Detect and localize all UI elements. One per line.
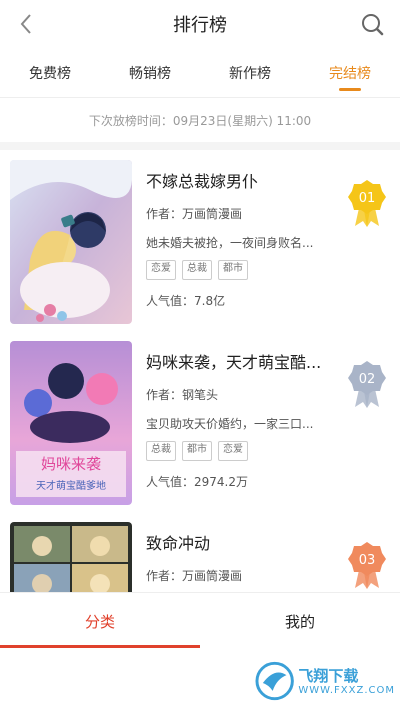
nav-mine[interactable]: 我的: [200, 593, 400, 650]
cover-title-text: 妈咪来袭: [41, 455, 101, 473]
comic-title[interactable]: 致命冲动: [146, 532, 336, 556]
genre-tag: 都市: [218, 260, 248, 280]
popularity: 人气值：2974.2万: [146, 475, 248, 489]
ranking-list[interactable]: 不嫁总裁嫁男仆 作者：万画筒漫画 她未婚夫被抢，一夜间身败名... 恋爱 总裁 …: [0, 150, 400, 592]
genre-tag: 恋爱: [146, 260, 176, 280]
list-item[interactable]: 妈咪来袭 天才萌宝酷爹地 妈咪来袭，天才萌宝酷... 作者：钢笔头 宝贝助攻天价…: [0, 331, 400, 511]
watermark-text: 飞翔下载: [298, 666, 359, 685]
genre-tag: 总裁: [182, 260, 212, 280]
watermark-logo-icon: [255, 661, 294, 701]
bottom-nav: 分类 我的: [0, 592, 400, 650]
comic-info: 不嫁总裁嫁男仆 作者：万画筒漫画 她未婚夫被抢，一夜间身败名... 恋爱 总裁 …: [146, 170, 336, 310]
comic-author: 作者：万画筒漫画: [146, 207, 243, 221]
comic-info: 致命冲动 作者：万画筒漫画: [146, 532, 336, 586]
nav-category[interactable]: 分类: [0, 593, 200, 650]
genre-tag: 总裁: [146, 441, 176, 461]
nav-label: 分类: [84, 613, 115, 631]
divider: [0, 142, 400, 150]
cover-illustration: 妈咪来袭 天才萌宝酷爹地: [10, 341, 132, 505]
comic-cover[interactable]: [10, 160, 132, 324]
genre-tag: 恋爱: [218, 441, 248, 461]
tag-list: 恋爱 总裁 都市: [146, 260, 336, 280]
genre-tag: 都市: [182, 441, 212, 461]
tag-list: 总裁 都市 恋爱: [146, 441, 336, 461]
header-bar: 排行榜: [0, 0, 400, 48]
comic-description: 宝贝助攻天价婚约，一家三口...: [146, 417, 314, 431]
comic-author: 作者：万画筒漫画: [146, 569, 243, 583]
tab-bestseller[interactable]: 畅销榜: [100, 48, 200, 97]
rank-medal-gold-icon: 01: [348, 180, 386, 227]
comic-description: 她未婚夫被抢，一夜间身败名...: [146, 236, 314, 250]
tab-label: 畅销榜: [129, 65, 171, 82]
chevron-left-icon: [20, 14, 31, 34]
rank-number: 02: [359, 372, 376, 387]
list-item[interactable]: 不嫁总裁嫁男仆 作者：万画筒漫画 她未婚夫被抢，一夜间身败名... 恋爱 总裁 …: [0, 150, 400, 330]
active-tab-indicator: [339, 88, 361, 91]
comic-cover[interactable]: [10, 522, 132, 592]
tab-label: 新作榜: [229, 65, 271, 82]
rank-medal-bronze-icon: 03: [348, 542, 386, 589]
comic-title[interactable]: 不嫁总裁嫁男仆: [146, 170, 336, 194]
watermark: 飞翔下载 WWW.FXXZ.COM: [255, 655, 395, 707]
list-item[interactable]: 致命冲动 作者：万画筒漫画 03: [0, 512, 400, 592]
popularity: 人气值：7.8亿: [146, 294, 226, 308]
cover-illustration: [10, 522, 132, 592]
cover-illustration: [10, 160, 132, 324]
tab-completed[interactable]: 完结榜: [300, 48, 400, 97]
tab-free[interactable]: 免费榜: [0, 48, 100, 97]
page-title: 排行榜: [173, 15, 227, 36]
tab-label: 免费榜: [29, 65, 71, 82]
tab-new[interactable]: 新作榜: [200, 48, 300, 97]
active-nav-indicator: [0, 645, 200, 648]
rank-medal-silver-icon: 02: [348, 361, 386, 408]
search-button[interactable]: [358, 10, 386, 38]
ranking-tabs: 免费榜 畅销榜 新作榜 完结榜: [0, 48, 400, 98]
cover-subtitle-text: 天才萌宝酷爹地: [36, 479, 106, 492]
nav-label: 我的: [284, 613, 315, 631]
back-button[interactable]: [12, 10, 40, 38]
release-time: 下次放榜时间：09月23日(星期六) 11:00: [0, 98, 400, 142]
watermark-url: WWW.FXXZ.COM: [298, 684, 395, 696]
tab-label: 完结榜: [329, 65, 371, 82]
search-icon: [362, 14, 384, 36]
comic-cover[interactable]: 妈咪来袭 天才萌宝酷爹地: [10, 341, 132, 505]
rank-number: 03: [359, 553, 376, 568]
comic-title[interactable]: 妈咪来袭，天才萌宝酷...: [146, 351, 336, 375]
comic-author: 作者：钢笔头: [146, 388, 219, 402]
rank-number: 01: [359, 191, 376, 206]
comic-info: 妈咪来袭，天才萌宝酷... 作者：钢笔头 宝贝助攻天价婚约，一家三口... 总裁…: [146, 351, 336, 491]
